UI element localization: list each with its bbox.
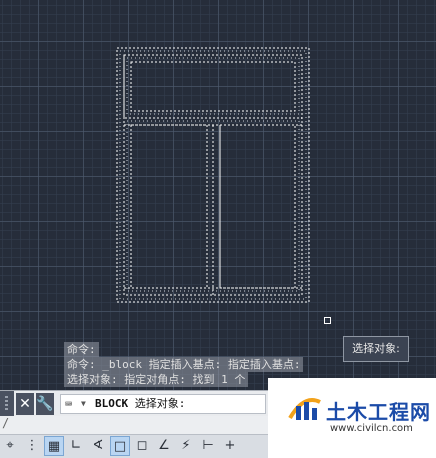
close-icon[interactable]: ✕ [16, 393, 34, 415]
otrack-icon[interactable]: ∠ [154, 436, 174, 456]
command-input[interactable]: ⌨ ▼ BLOCK 选择对象: [60, 394, 266, 414]
lineweight-icon[interactable]: ⊢ [198, 436, 218, 456]
history-line: 选择对象: 指定对角点: 找到 1 个 [64, 372, 249, 387]
3d-osnap-icon[interactable]: ◻ [132, 436, 152, 456]
dynamic-input-tooltip: 选择对象: [343, 336, 409, 362]
right-panel-outer[interactable] [219, 124, 296, 289]
command-name: BLOCK [95, 397, 129, 410]
ortho-icon[interactable]: ∟ [66, 436, 86, 456]
history-line: 命令: _block 指定插入基点: 指定插入基点: [64, 357, 304, 372]
tab-separator: / [2, 416, 10, 430]
watermark-name: 土木工程网 [326, 400, 431, 424]
dynamic-ucs-icon[interactable]: ⚡ [176, 436, 196, 456]
logo-icon [288, 398, 321, 420]
status-toggles: ⌖ ⋮ ▦ ∟ ∢ □ ◻ ∠ ⚡ ⊢ + [0, 436, 242, 458]
top-panel-outer[interactable] [123, 54, 303, 119]
osnap-icon[interactable]: □ [110, 436, 130, 456]
command-prompt: 选择对象: [134, 397, 186, 410]
chevron-down-icon[interactable]: ▼ [81, 395, 86, 413]
command-text: BLOCK 选择对象: [95, 395, 185, 413]
selected-block-geometry[interactable] [0, 0, 436, 390]
watermark-logo: 土木工程网 www.civilcn.com [268, 378, 436, 458]
plus-icon[interactable]: + [220, 436, 240, 456]
history-line: 命令: [64, 342, 99, 357]
selection-pickbox[interactable] [324, 317, 331, 324]
grid-icon[interactable]: ▦ [44, 436, 64, 456]
polar-icon[interactable]: ∢ [88, 436, 108, 456]
wrench-icon[interactable]: 🔧 [36, 393, 54, 415]
snap-icon[interactable]: ⌖ [0, 436, 20, 456]
drag-handle[interactable] [0, 391, 14, 417]
watermark-url: www.civilcn.com [330, 423, 413, 434]
grid-dots-icon[interactable]: ⋮ [22, 436, 42, 456]
top-panel-inner[interactable] [130, 61, 296, 112]
left-panel-outer[interactable] [130, 124, 208, 289]
command-icon[interactable]: ⌨ [65, 395, 72, 413]
top-panel-hatch [126, 57, 300, 115]
